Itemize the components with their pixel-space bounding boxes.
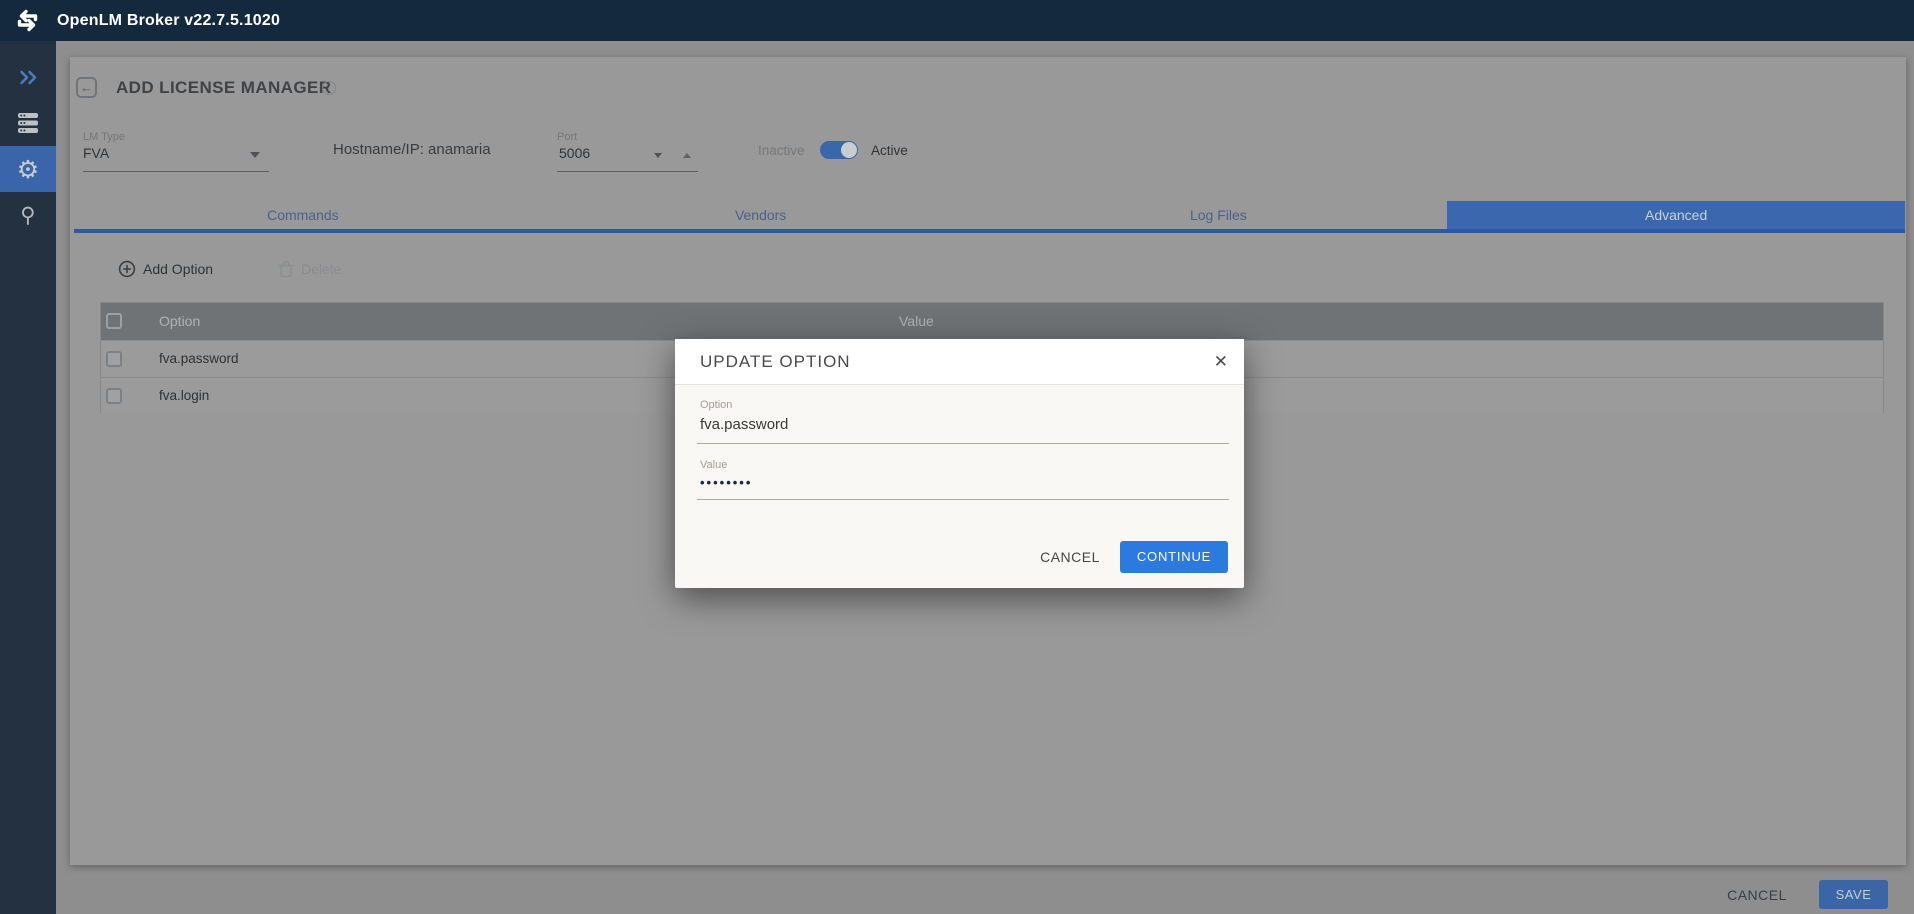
tools-icon: ⚲ bbox=[20, 205, 35, 226]
row-checkbox[interactable] bbox=[106, 351, 122, 367]
sidebar-item-settings[interactable]: ⚙ bbox=[0, 146, 56, 192]
tab-bar: Commands Vendors Log Files Advanced bbox=[74, 201, 1905, 233]
delete-label: Delete bbox=[301, 261, 341, 277]
column-header-option: Option bbox=[159, 303, 200, 340]
port-underline bbox=[557, 171, 698, 172]
port-increment-icon[interactable] bbox=[683, 153, 691, 158]
dialog-title: UPDATE OPTION bbox=[700, 339, 851, 385]
update-option-dialog: UPDATE OPTION ✕ Option fva.password Valu… bbox=[675, 339, 1244, 588]
trash-icon bbox=[278, 260, 294, 278]
lm-type-select[interactable]: FVA bbox=[83, 145, 109, 161]
back-button[interactable]: ← bbox=[76, 77, 97, 98]
value-field-label: Value bbox=[700, 459, 727, 471]
option-cell: fva.login bbox=[159, 378, 209, 414]
hostname-value: anamaria bbox=[428, 141, 491, 158]
save-button[interactable]: SAVE bbox=[1819, 880, 1888, 909]
column-header-value: Value bbox=[899, 303, 934, 340]
select-all-checkbox[interactable] bbox=[106, 313, 122, 329]
active-label: Active bbox=[871, 143, 908, 158]
inactive-label: Inactive bbox=[758, 143, 805, 158]
value-field-input[interactable]: •••••••• bbox=[700, 475, 752, 490]
port-decrement-icon[interactable] bbox=[654, 153, 662, 158]
close-icon[interactable]: ✕ bbox=[1214, 339, 1228, 385]
option-field-underline bbox=[697, 443, 1229, 444]
cancel-button[interactable]: CANCEL bbox=[1712, 882, 1802, 908]
table-header: Option Value bbox=[101, 303, 1883, 340]
delete-button[interactable]: Delete bbox=[278, 260, 341, 278]
page-title: ADD LICENSE MANAGER bbox=[116, 78, 331, 98]
add-option-button[interactable]: Add Option bbox=[118, 260, 213, 278]
tab-advanced[interactable]: Advanced bbox=[1447, 201, 1905, 229]
port-label: Port bbox=[557, 131, 577, 143]
dialog-cancel-button[interactable]: CANCEL bbox=[1033, 544, 1107, 570]
top-bar: OpenLM Broker v22.7.5.1020 bbox=[0, 0, 1914, 41]
hostname-text: Hostname/IP: anamaria bbox=[333, 141, 491, 158]
sidebar-item-tools[interactable]: ⚲ bbox=[0, 192, 56, 238]
lm-type-label: LM Type bbox=[83, 131, 125, 143]
dialog-header: UPDATE OPTION ✕ bbox=[675, 339, 1244, 385]
openlm-logo-icon bbox=[14, 7, 41, 34]
row-checkbox[interactable] bbox=[106, 388, 122, 404]
value-field-underline bbox=[697, 499, 1229, 500]
dialog-continue-button[interactable]: CONTINUE bbox=[1120, 541, 1228, 573]
lm-type-underline bbox=[83, 171, 269, 172]
option-cell: fva.password bbox=[159, 341, 239, 377]
option-field-label: Option bbox=[700, 399, 732, 411]
info-icon[interactable]: i bbox=[322, 81, 336, 95]
sidebar: ⚙ ⚲ bbox=[0, 41, 56, 914]
option-field-input[interactable]: fva.password bbox=[700, 416, 788, 433]
add-option-label: Add Option bbox=[143, 261, 213, 277]
gear-icon: ⚙ bbox=[17, 157, 39, 182]
tab-log-files[interactable]: Log Files bbox=[990, 201, 1448, 229]
sidebar-item-expand[interactable] bbox=[0, 54, 56, 100]
app-title: OpenLM Broker v22.7.5.1020 bbox=[57, 0, 280, 41]
tab-vendors[interactable]: Vendors bbox=[532, 201, 990, 229]
double-chevron-right-icon bbox=[19, 70, 38, 85]
sidebar-item-license-servers[interactable] bbox=[0, 100, 56, 146]
toggle-knob bbox=[841, 142, 857, 158]
tab-commands[interactable]: Commands bbox=[74, 201, 532, 229]
app-window: OpenLM Broker v22.7.5.1020 bbox=[0, 0, 1914, 914]
circle-plus-icon bbox=[118, 260, 136, 278]
active-toggle[interactable] bbox=[820, 141, 858, 159]
hostname-label: Hostname/IP: bbox=[333, 141, 424, 158]
servers-icon bbox=[17, 112, 39, 134]
lm-type-caret-icon[interactable] bbox=[250, 152, 260, 158]
port-input[interactable]: 5006 bbox=[559, 145, 590, 161]
